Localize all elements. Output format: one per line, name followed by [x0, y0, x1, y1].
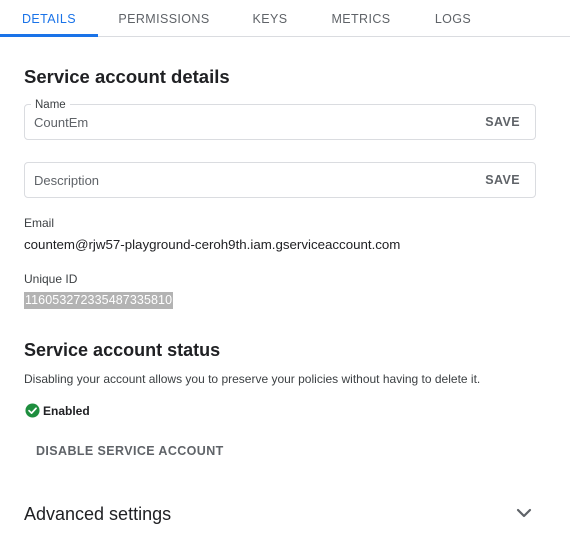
tab-permissions[interactable]: PERMISSIONS — [110, 0, 218, 37]
description-save-button[interactable]: SAVE — [485, 163, 520, 197]
tab-metrics[interactable]: METRICS — [324, 0, 398, 37]
advanced-settings-heading[interactable]: Advanced settings — [24, 504, 171, 525]
service-account-status-heading: Service account status — [24, 340, 221, 360]
status-description: Disabling your account allows you to pre… — [24, 372, 481, 386]
active-tab-indicator — [0, 34, 98, 37]
tab-logs[interactable]: LOGS — [428, 0, 478, 37]
disable-service-account-button[interactable]: DISABLE SERVICE ACCOUNT — [24, 438, 236, 464]
unique-id-label: Unique ID — [24, 272, 78, 286]
name-field[interactable]: Name SAVE — [24, 98, 536, 140]
chevron-down-icon[interactable] — [514, 506, 534, 522]
tab-bar: DETAILS PERMISSIONS KEYS METRICS LOGS — [0, 0, 570, 37]
description-field[interactable]: SAVE — [24, 162, 536, 198]
check-circle-icon — [25, 403, 40, 418]
status-text: Enabled — [43, 403, 90, 418]
status-indicator: Enabled — [25, 403, 90, 418]
email-label: Email — [24, 216, 55, 230]
name-input[interactable] — [34, 105, 464, 139]
service-account-details-heading: Service account details — [24, 66, 230, 87]
email-value: countem@rjw57-playground-ceroh9th.iam.gs… — [24, 237, 401, 252]
name-save-button[interactable]: SAVE — [485, 105, 520, 139]
tab-keys[interactable]: KEYS — [244, 0, 296, 37]
description-input[interactable] — [34, 163, 464, 197]
unique-id-value: 116053272335487335810 — [24, 292, 174, 309]
tab-details[interactable]: DETAILS — [0, 0, 98, 37]
